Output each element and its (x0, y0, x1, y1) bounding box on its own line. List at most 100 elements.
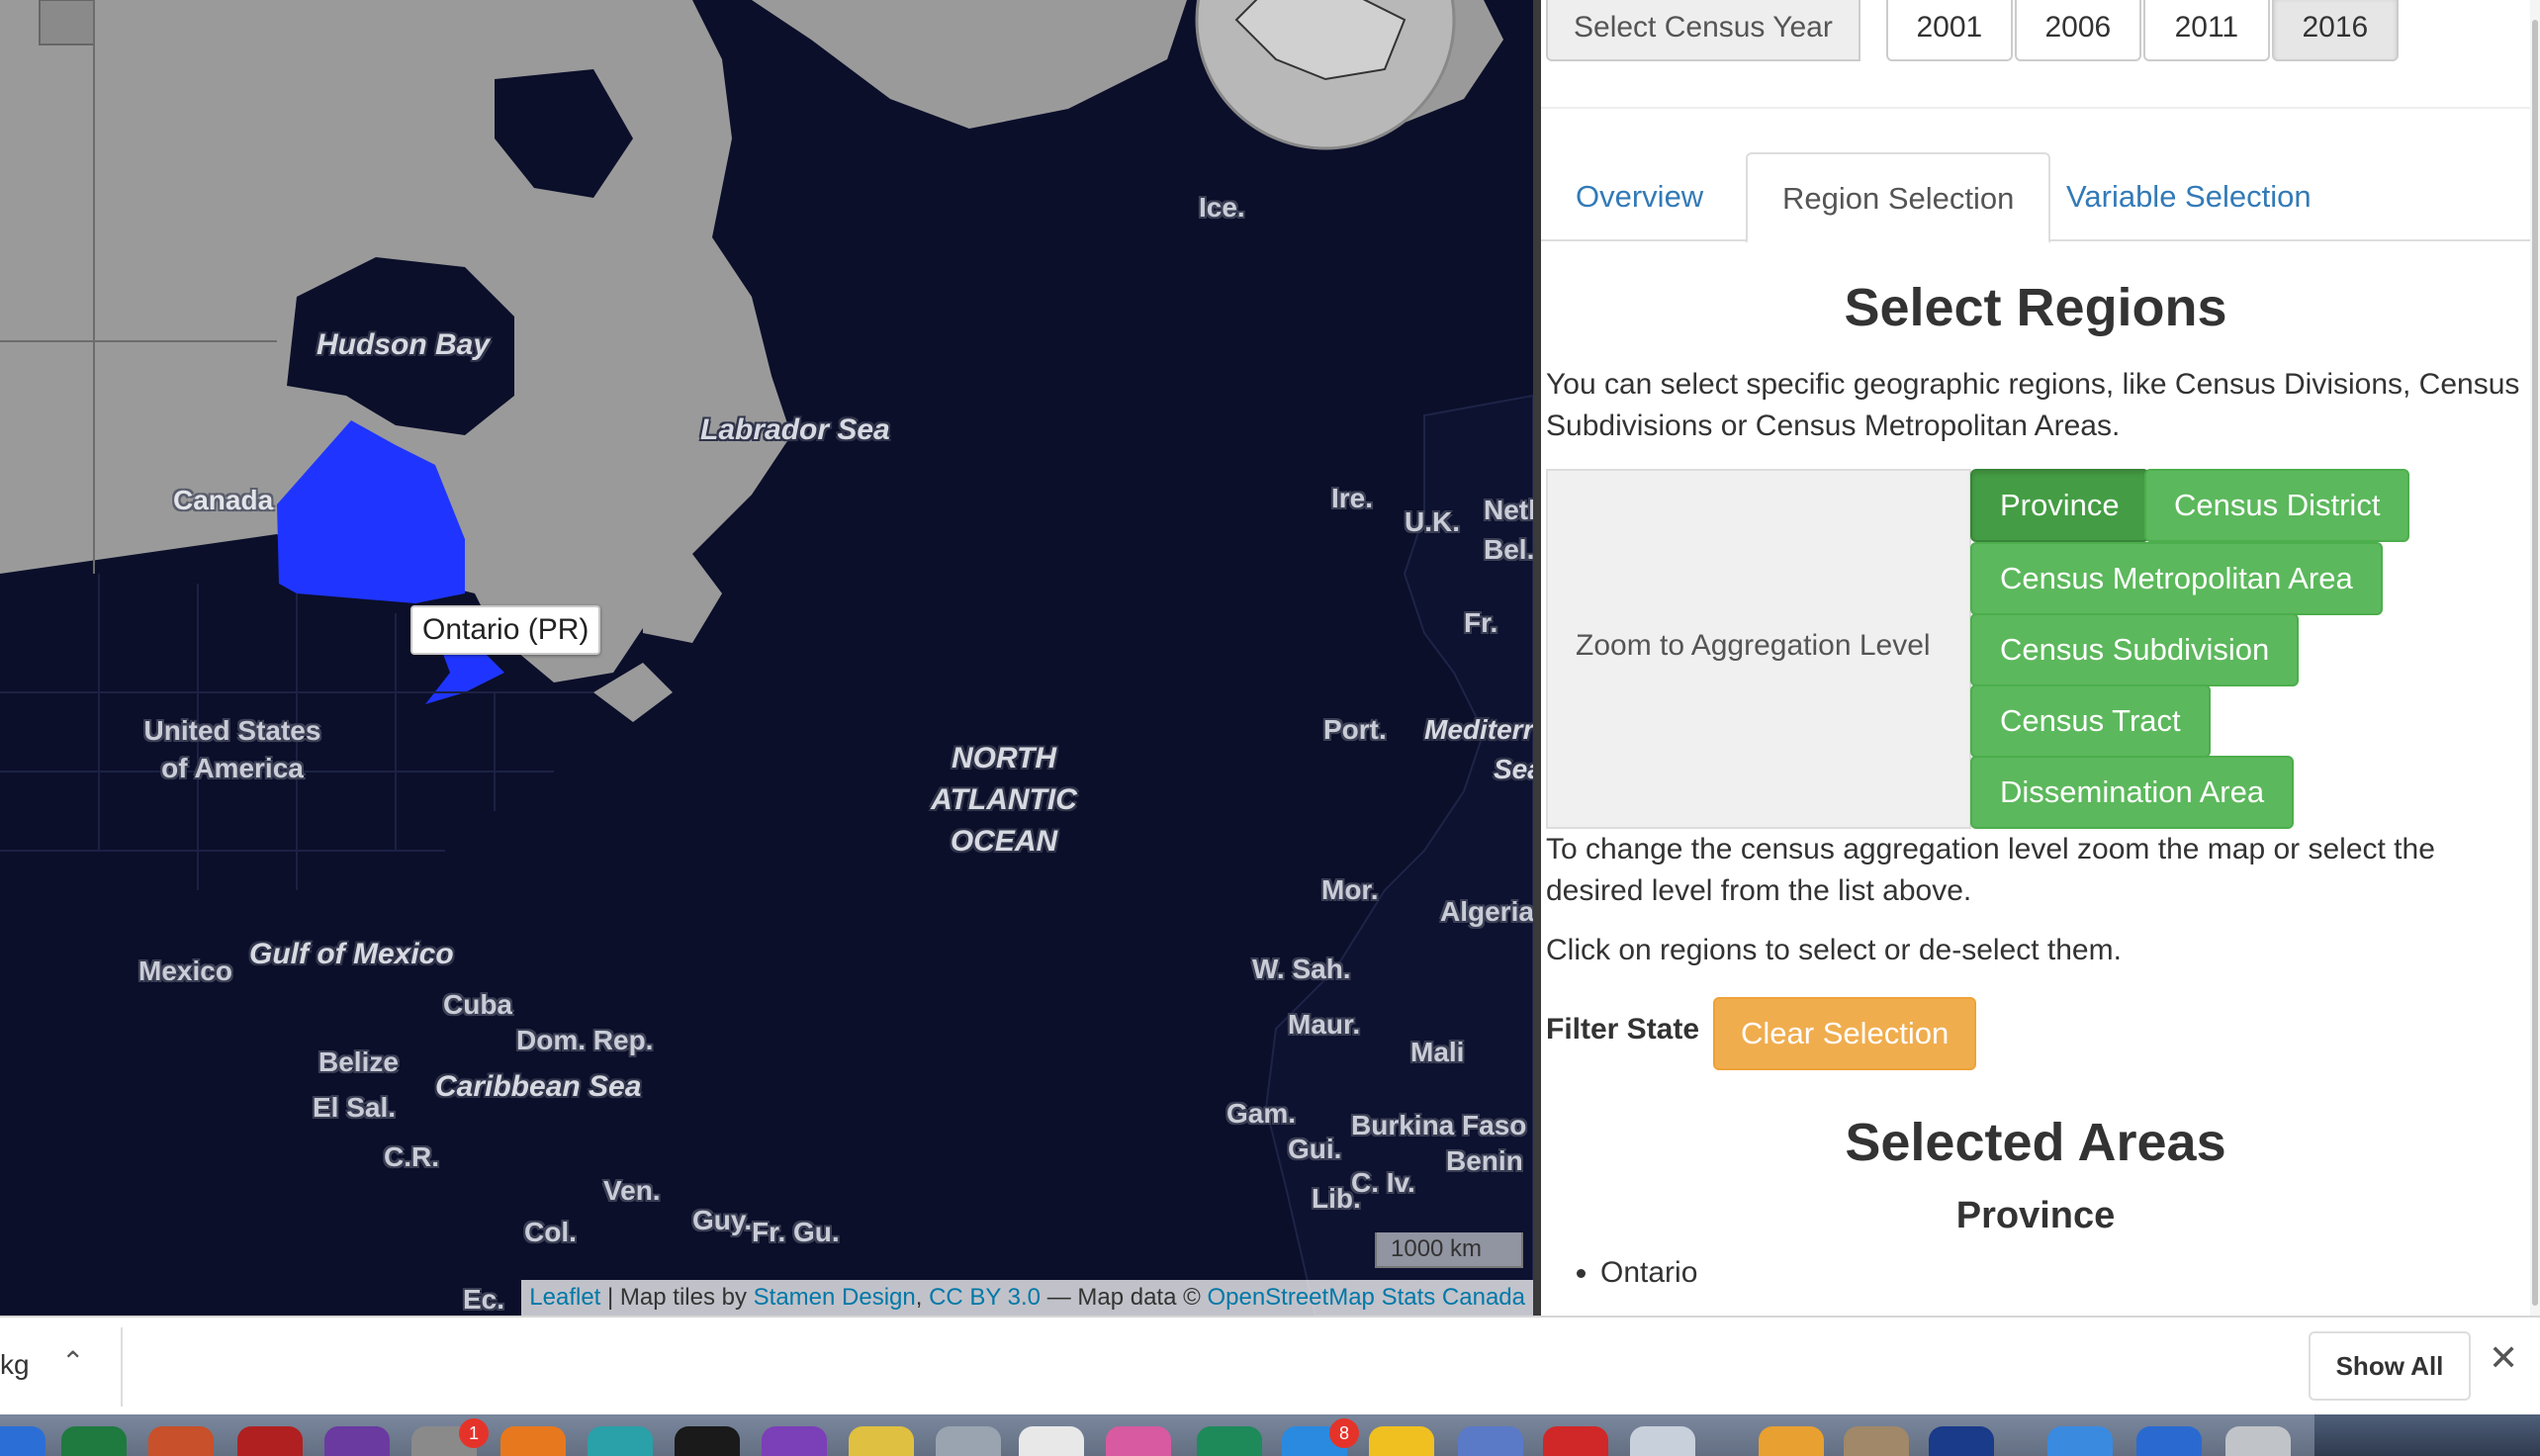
label-ec: Ec. (463, 1284, 505, 1315)
trash-icon[interactable] (2225, 1426, 2291, 1456)
label-benin: Benin (1446, 1145, 1523, 1176)
aggregation-help-text: To change the census aggregation level z… (1546, 833, 2435, 907)
cc-link[interactable]: CC BY 3.0 (929, 1284, 1041, 1311)
search-icon[interactable] (588, 1426, 653, 1456)
clock-icon[interactable] (1197, 1426, 1262, 1456)
census-year-selector: Select Census Year 2001 2006 2011 2016 (1546, 0, 2401, 61)
label-maur: Maur. (1288, 1009, 1361, 1040)
textedit-icon[interactable] (1019, 1426, 1084, 1456)
downloads-icon[interactable] (1929, 1426, 1994, 1456)
label-guy: Guy. (692, 1205, 753, 1235)
year-button-2001[interactable]: 2001 (1885, 0, 2013, 61)
download-bar: kg ⌃ Show All ✕ (0, 1316, 2540, 1414)
label-gam: Gam. (1226, 1098, 1297, 1129)
finder-icon[interactable] (0, 1426, 45, 1456)
label-ice: Ice. (1199, 192, 1245, 223)
level-button-census-metropolitan-area[interactable]: Census Metropolitan Area (1970, 542, 2383, 615)
divider-line (1541, 107, 2530, 109)
label-mor: Mor. (1321, 874, 1379, 905)
level-button-province[interactable]: Province (1970, 469, 2149, 542)
map-view[interactable]: Hudson Bay Labrador Sea Canada United St… (0, 0, 1533, 1316)
level-button-dissemination-area[interactable]: Dissemination Area (1970, 756, 2295, 829)
attr-text-1: | Map tiles by (600, 1284, 754, 1311)
map-attribution: Leaflet | Map tiles by Stamen Design, CC… (521, 1280, 1533, 1316)
github-icon[interactable] (324, 1426, 390, 1456)
label-dom-rep: Dom. Rep. (516, 1025, 654, 1055)
leaflet-link[interactable]: Leaflet (529, 1284, 600, 1311)
r-icon[interactable] (1458, 1426, 1523, 1456)
activity-icon[interactable] (1369, 1426, 1434, 1456)
zoom-aggregation-label: Zoom to Aggregation Level (1576, 629, 1931, 662)
tab-variable-selection[interactable]: Variable Selection (2032, 152, 2346, 241)
stamen-link[interactable]: Stamen Design (754, 1284, 916, 1311)
label-caribbean: Caribbean Sea (435, 1070, 642, 1103)
label-gui: Gui. (1288, 1134, 1342, 1164)
globe-icon[interactable] (2136, 1426, 2202, 1456)
label-north-atlantic: NORTH ATLANTIC OCEAN (931, 742, 1077, 858)
year-button-2011[interactable]: 2011 (2142, 0, 2270, 61)
stats-canada-link[interactable]: Stats Canada (1382, 1284, 1525, 1311)
label-civ: C. Iv. (1351, 1167, 1415, 1198)
map-canvas[interactable] (0, 0, 1533, 1316)
label-w-sah: W. Sah. (1252, 954, 1351, 984)
download-filename[interactable]: kg (0, 1349, 30, 1381)
folder-icon[interactable] (2047, 1426, 2113, 1456)
label-cr: C.R. (384, 1141, 439, 1172)
selected-level-heading: Province (1955, 1195, 2116, 1236)
intro-text: You can select specific geographic regio… (1546, 368, 2520, 442)
settings-badge: 1 (459, 1418, 489, 1448)
attr-comma: , (915, 1284, 930, 1311)
download-separator (121, 1327, 123, 1407)
label-burkina: Burkina Faso (1351, 1110, 1527, 1140)
panel-scrollbar[interactable] (2530, 0, 2540, 1316)
year-button-2016[interactable]: 2016 (2271, 0, 2399, 61)
label-hudson-bay: Hudson Bay (317, 328, 491, 361)
vlc-icon[interactable] (500, 1426, 566, 1456)
preview-icon[interactable] (1844, 1426, 1909, 1456)
level-button-census-tract[interactable]: Census Tract (1970, 684, 2211, 758)
side-panel: Select Census Year 2001 2006 2011 2016 O… (1541, 0, 2540, 1316)
label-algeria: Algeria (1440, 896, 1533, 927)
panel-divider[interactable] (1533, 0, 1541, 1316)
label-mexico: Mexico (138, 956, 232, 986)
list-item: Ontario (1600, 1256, 1697, 1290)
tab-region-selection[interactable]: Region Selection (1746, 152, 2051, 243)
terminal-icon[interactable] (675, 1426, 740, 1456)
label-ire: Ire. (1331, 483, 1374, 513)
scrollbar-thumb[interactable] (2532, 20, 2538, 1306)
clear-selection-button[interactable]: Clear Selection (1713, 997, 1977, 1070)
tex-icon[interactable] (936, 1426, 1001, 1456)
photos-icon[interactable] (849, 1426, 914, 1456)
selected-areas-heading: Selected Areas (1845, 1113, 2226, 1172)
chevron-up-icon[interactable]: ⌃ (61, 1345, 84, 1378)
show-all-button[interactable]: Show All (2309, 1331, 2471, 1401)
level-button-census-subdivision[interactable]: Census Subdivision (1970, 613, 2300, 686)
label-canada: Canada (173, 485, 274, 515)
level-button-census-district[interactable]: Census District (2144, 469, 2410, 542)
label-neth: Neth (1484, 495, 1533, 525)
label-uk: U.K. (1405, 506, 1460, 537)
powerpoint-icon[interactable] (148, 1426, 214, 1456)
osm-link[interactable]: OpenStreetMap (1207, 1284, 1374, 1311)
pages-icon[interactable] (1759, 1426, 1824, 1456)
label-belize: Belize (318, 1046, 399, 1077)
onenote-icon[interactable] (762, 1426, 827, 1456)
filter-state-label: Filter State (1546, 1013, 1700, 1046)
filezilla-icon[interactable] (237, 1426, 303, 1456)
excel-icon[interactable] (61, 1426, 127, 1456)
label-bel: Bel. (1484, 534, 1533, 565)
screen-capture-icon[interactable] (1543, 1426, 1608, 1456)
colors-icon[interactable] (1106, 1426, 1171, 1456)
label-fr: Fr. (1464, 607, 1498, 638)
year-button-2006[interactable]: 2006 (2014, 0, 2141, 61)
region-tooltip: Ontario (PR) (410, 605, 601, 655)
label-gulf-of-mexico: Gulf of Mexico (249, 938, 454, 970)
label-el-sal: El Sal. (313, 1092, 397, 1123)
selected-areas-list: Ontario (1600, 1256, 1697, 1290)
scale-bar: 1000 km (1375, 1232, 1523, 1268)
label-col: Col. (524, 1217, 577, 1247)
label-ven: Ven. (603, 1175, 661, 1206)
close-icon[interactable]: ✕ (2489, 1337, 2518, 1379)
tab-overview[interactable]: Overview (1541, 152, 1738, 241)
automator-icon[interactable] (1630, 1426, 1695, 1456)
